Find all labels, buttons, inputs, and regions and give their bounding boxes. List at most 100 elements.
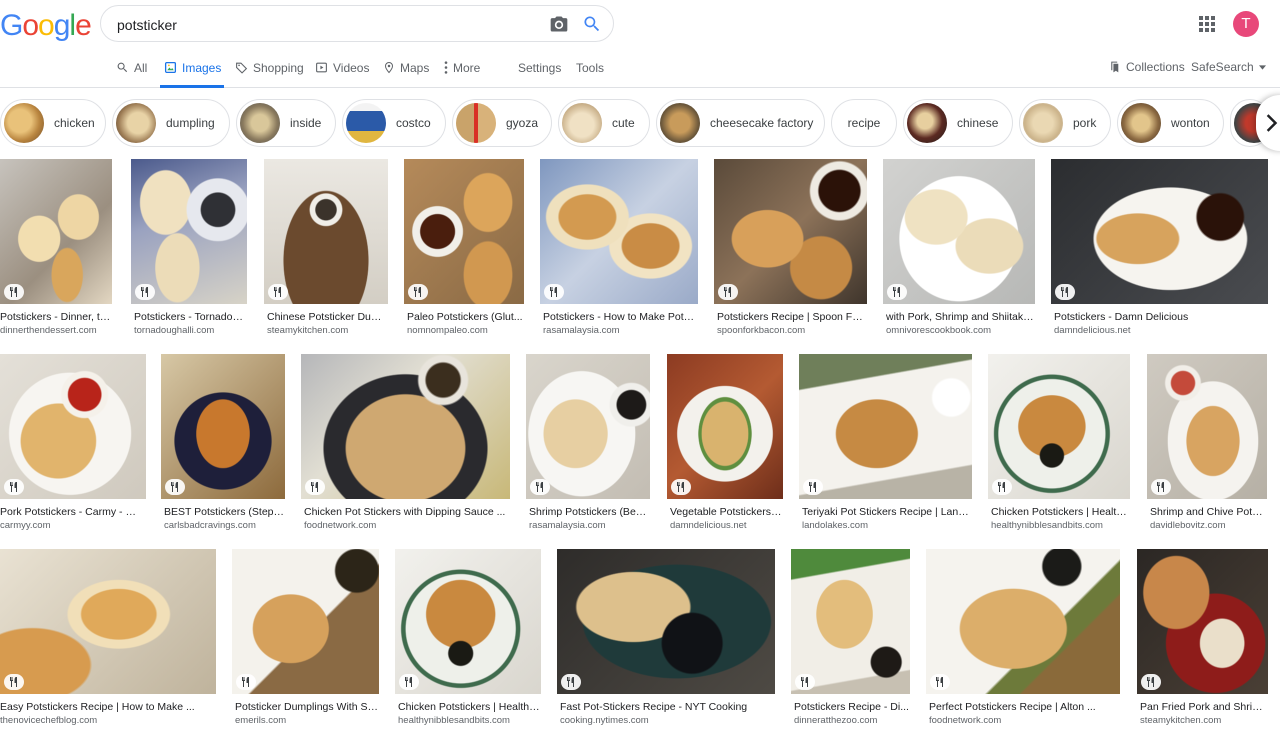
tab-videos[interactable]: Videos bbox=[315, 54, 369, 88]
result-thumbnail[interactable] bbox=[988, 354, 1130, 499]
result-title[interactable]: BEST Potstickers (Step-b... bbox=[161, 506, 285, 518]
chip-chicken[interactable]: chicken bbox=[0, 99, 106, 147]
result-domain: carlsbadcravings.com bbox=[164, 520, 256, 531]
result-title[interactable]: Potstickers - Damn Delicious bbox=[1051, 311, 1268, 323]
tab-all[interactable]: All bbox=[116, 54, 147, 88]
result-title[interactable]: Chicken Pot Stickers with Dipping Sauce … bbox=[301, 506, 510, 518]
result-thumbnail[interactable] bbox=[395, 549, 541, 694]
result-thumbnail[interactable] bbox=[301, 354, 510, 499]
result-thumbnail[interactable] bbox=[264, 159, 388, 304]
result-thumbnail[interactable] bbox=[526, 354, 650, 499]
chip-pork[interactable]: pork bbox=[1019, 99, 1111, 147]
recipe-badge bbox=[408, 284, 428, 300]
result-title[interactable]: Teriyaki Pot Stickers Recipe | Land ... bbox=[799, 506, 972, 518]
result-thumbnail[interactable] bbox=[791, 549, 910, 694]
result-title[interactable]: Chicken Potstickers | Healthy ... bbox=[395, 701, 541, 713]
result-title[interactable]: Perfect Potstickers Recipe | Alton ... bbox=[926, 701, 1120, 713]
result-title[interactable]: Pork Potstickers - Carmy - Ru... bbox=[0, 506, 140, 518]
result-thumbnail[interactable] bbox=[1147, 354, 1267, 499]
chip-label: dumpling bbox=[166, 116, 215, 130]
chip-costco[interactable]: costco bbox=[342, 99, 446, 147]
tab-images[interactable]: Images bbox=[160, 54, 224, 88]
chip-gyoza[interactable]: gyoza bbox=[452, 99, 552, 147]
chip-recipe[interactable]: recipe bbox=[831, 99, 897, 147]
camera-icon[interactable] bbox=[549, 14, 569, 34]
collections-link[interactable]: Collections bbox=[1108, 60, 1185, 74]
result-thumbnail[interactable] bbox=[131, 159, 247, 304]
search-input[interactable] bbox=[117, 15, 537, 35]
apps-grid-icon[interactable] bbox=[1199, 16, 1215, 32]
result-thumbnail[interactable] bbox=[667, 354, 783, 499]
tab-images-label: Images bbox=[182, 61, 222, 75]
chip-wonton[interactable]: wonton bbox=[1117, 99, 1224, 147]
fork-knife-icon bbox=[1061, 287, 1068, 297]
fork-knife-icon bbox=[567, 677, 574, 687]
result-title[interactable]: with Pork, Shrimp and Shiitake ... bbox=[883, 311, 1035, 323]
result-thumbnail[interactable] bbox=[232, 549, 379, 694]
result-thumbnail[interactable] bbox=[540, 159, 698, 304]
result-thumbnail[interactable] bbox=[926, 549, 1120, 694]
result-title[interactable]: Shrimp Potstickers (Best... bbox=[526, 506, 650, 518]
result-title[interactable]: Pan Fried Pork and Shrimp... bbox=[1137, 701, 1268, 713]
result-thumbnail[interactable] bbox=[1051, 159, 1268, 304]
result-title[interactable]: Easy Potstickers Recipe | How to Make ..… bbox=[0, 701, 216, 713]
tab-more[interactable]: More bbox=[444, 54, 480, 88]
result-thumbnail[interactable] bbox=[0, 159, 112, 304]
chip-thumbnail bbox=[456, 103, 496, 143]
result-thumbnail[interactable] bbox=[714, 159, 867, 304]
chip-thumbnail bbox=[116, 103, 156, 143]
google-logo[interactable]: Google bbox=[0, 9, 92, 42]
chip-label: cheesecake factory bbox=[710, 116, 814, 130]
result-title[interactable]: Potstickers - Dinner, th... bbox=[0, 311, 112, 323]
header: Google T All Images Shopping bbox=[0, 0, 1280, 88]
caret-down-icon bbox=[1258, 64, 1266, 70]
recipe-badge bbox=[930, 674, 950, 690]
fork-knife-icon bbox=[677, 482, 684, 492]
result-title[interactable]: Chicken Potstickers | Health... bbox=[988, 506, 1130, 518]
result-thumbnail[interactable] bbox=[0, 354, 146, 499]
fork-knife-icon bbox=[10, 287, 17, 297]
result-domain: dinnerthendessert.com bbox=[0, 325, 97, 336]
result-title[interactable]: Potstickers Recipe - Di... bbox=[791, 701, 910, 713]
more-vertical-icon bbox=[444, 61, 448, 74]
chip-label: costco bbox=[396, 116, 431, 130]
settings-link[interactable]: Settings bbox=[518, 54, 561, 88]
chip-inside[interactable]: inside bbox=[236, 99, 336, 147]
result-title[interactable]: Potsticker Dumplings With Sp... bbox=[232, 701, 379, 713]
tab-shopping[interactable]: Shopping bbox=[235, 54, 304, 88]
chip-thumbnail bbox=[1121, 103, 1161, 143]
chip-cute[interactable]: cute bbox=[558, 99, 650, 147]
search-icon[interactable] bbox=[582, 14, 602, 34]
result-title[interactable]: Fast Pot-Stickers Recipe - NYT Cooking bbox=[557, 701, 775, 713]
fork-knife-icon bbox=[536, 482, 543, 492]
result-title[interactable]: Chinese Potsticker Dum... bbox=[264, 311, 388, 323]
recipe-badge bbox=[4, 674, 24, 690]
tab-maps[interactable]: Maps bbox=[383, 54, 429, 88]
result-thumbnail[interactable] bbox=[0, 549, 216, 694]
tools-link[interactable]: Tools bbox=[576, 54, 604, 88]
safesearch-dropdown[interactable]: SafeSearch bbox=[1191, 60, 1266, 74]
result-thumbnail[interactable] bbox=[799, 354, 972, 499]
recipe-badge bbox=[268, 284, 288, 300]
result-title[interactable]: Paleo Potstickers (Glut... bbox=[404, 311, 524, 323]
result-title[interactable]: Vegetable Potstickers -... bbox=[667, 506, 783, 518]
result-thumbnail[interactable] bbox=[883, 159, 1035, 304]
result-thumbnail[interactable] bbox=[557, 549, 775, 694]
result-domain: damndelicious.net bbox=[670, 520, 747, 531]
result-title[interactable]: Shrimp and Chive Potsti... bbox=[1147, 506, 1267, 518]
result-title[interactable]: Potstickers - How to Make Potst... bbox=[540, 311, 698, 323]
collections-label: Collections bbox=[1126, 60, 1185, 74]
recipe-badge bbox=[165, 479, 185, 495]
result-thumbnail[interactable] bbox=[161, 354, 285, 499]
chip-chinese[interactable]: chinese bbox=[903, 99, 1013, 147]
chip-dumpling[interactable]: dumpling bbox=[112, 99, 230, 147]
recipe-badge bbox=[795, 674, 815, 690]
chip-cheesecake-factory[interactable]: cheesecake factory bbox=[656, 99, 825, 147]
account-avatar[interactable]: T bbox=[1233, 11, 1259, 37]
result-thumbnail[interactable] bbox=[1137, 549, 1268, 694]
result-title[interactable]: Potstickers Recipe | Spoon For... bbox=[714, 311, 867, 323]
fork-knife-icon bbox=[10, 482, 17, 492]
result-title[interactable]: Potstickers - Tornadou... bbox=[131, 311, 247, 323]
result-domain: rasamalaysia.com bbox=[529, 520, 606, 531]
result-thumbnail[interactable] bbox=[404, 159, 524, 304]
